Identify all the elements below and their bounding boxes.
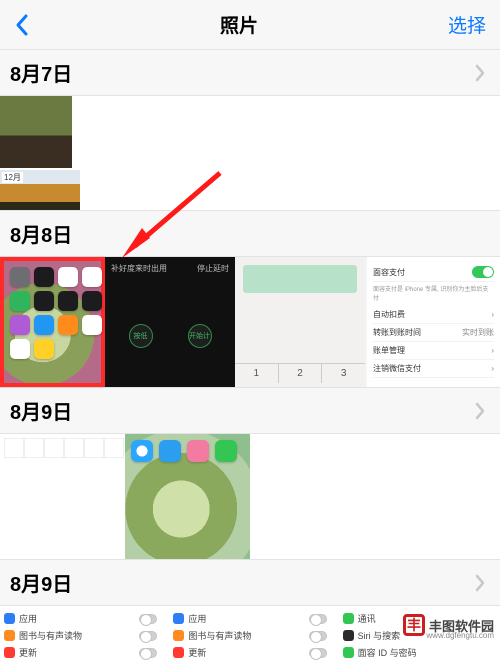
app-icon: [10, 291, 30, 311]
label: 更新: [188, 646, 206, 659]
photo-thumb-homescreen-highlighted[interactable]: [0, 257, 105, 387]
select-button[interactable]: 选择: [448, 11, 486, 38]
app-icon: [34, 267, 54, 287]
photo-thumb-settings-list[interactable]: 应用 图书与有声读物 更新: [4, 610, 157, 661]
app-icon: [343, 630, 354, 641]
page-title: 照片: [220, 11, 258, 38]
photo-thumb[interactable]: [40, 170, 80, 210]
app-icon: [4, 630, 15, 641]
app-icon: [82, 315, 102, 335]
back-icon[interactable]: [14, 13, 30, 37]
label: 更新: [19, 646, 37, 659]
label: 补好度来时出用: [111, 263, 167, 274]
label: Siri 与搜索: [358, 629, 401, 642]
toggle-icon: [472, 266, 494, 278]
chevron-right-icon: [474, 402, 486, 420]
app-icon: [10, 315, 30, 335]
app-icon: [159, 440, 181, 462]
label: 通讯: [358, 612, 376, 625]
label: 应用: [188, 612, 206, 625]
photo-thumb[interactable]: 12月: [0, 170, 40, 210]
app-icon: [173, 613, 184, 624]
app-icon: [34, 315, 54, 335]
watermark-url: www.dgfengtu.com: [426, 631, 494, 640]
photo-row-aug9a: [0, 434, 500, 559]
app-icon: [173, 630, 184, 641]
app-icon: [58, 315, 78, 335]
section-title: 8月9日: [10, 396, 72, 425]
app-icon: [343, 613, 354, 624]
photo-thumb-mint-ui[interactable]: 1 2 3: [235, 257, 365, 387]
app-icon: [173, 647, 184, 658]
badge: 12月: [2, 172, 23, 183]
switch-icon: [309, 631, 327, 641]
app-icon: [187, 440, 209, 462]
app-icon: [215, 440, 237, 462]
photo-thumb[interactable]: [0, 96, 72, 168]
section-header-aug7[interactable]: 8月7日: [0, 50, 500, 96]
switch-icon: [309, 614, 327, 624]
chevron-right-icon: [474, 64, 486, 82]
label: 图书与有声读物: [19, 629, 82, 642]
section-header-aug9b[interactable]: 8月9日: [0, 559, 500, 606]
label: 账单管理: [373, 345, 405, 356]
app-icon: [82, 267, 102, 287]
app-icon: [34, 291, 54, 311]
app-icon: [131, 440, 153, 462]
nav-bar: 照片 选择: [0, 0, 500, 50]
tab: 2: [279, 364, 323, 383]
label: 面容 ID 与密码: [358, 646, 417, 659]
label: 注销微信支付: [373, 363, 421, 374]
switch-icon: [309, 648, 327, 658]
label: 自动扣费: [373, 309, 405, 320]
label: 图书与有声读物: [188, 629, 251, 642]
app-icon: [34, 339, 54, 359]
empty-cells: [4, 438, 124, 458]
label: 面容支付: [373, 267, 405, 278]
label: 转账到账时间: [373, 327, 421, 338]
photo-row-aug8: 补好度来时出用 停止延时 按低 开始计 1 2 3 面容支付 面容支付是 iPho…: [0, 257, 500, 387]
tab: 3: [322, 364, 365, 383]
switch-icon: [139, 648, 157, 658]
label: 应用: [19, 612, 37, 625]
switch-icon: [139, 631, 157, 641]
section-header-aug9a[interactable]: 8月9日: [0, 387, 500, 434]
photo-thumb-homescreen2[interactable]: [125, 434, 250, 559]
photo-thumb-settings-list[interactable]: 应用 图书与有声读物 更新: [173, 610, 326, 661]
caption: 面容支付是 iPhone 专属, 识别你为主脸后支付: [373, 282, 494, 306]
section-header-aug8[interactable]: 8月8日: [0, 210, 500, 257]
app-icon: [82, 291, 102, 311]
circle-button: 按低: [129, 324, 153, 348]
switch-icon: [139, 614, 157, 624]
photo-thumb-dark-ui[interactable]: 补好度来时出用 停止延时 按低 开始计: [105, 257, 235, 387]
app-icon: [10, 267, 30, 287]
circle-button: 开始计: [188, 324, 212, 348]
app-icon: [58, 291, 78, 311]
photo-grid-aug7: 12月: [0, 96, 500, 210]
section-title: 8月7日: [10, 58, 72, 87]
app-icon: [10, 339, 30, 359]
section-title: 8月9日: [10, 568, 72, 597]
photo-thumb-settings[interactable]: 面容支付 面容支付是 iPhone 专属, 识别你为主脸后支付 自动扣费› 转账…: [365, 257, 500, 387]
tab: 1: [235, 364, 279, 383]
app-icon: [343, 647, 354, 658]
app-icon: [4, 647, 15, 658]
label: 停止延时: [197, 263, 229, 274]
section-title: 8月8日: [10, 219, 72, 248]
app-icon: [58, 267, 78, 287]
chevron-right-icon: [474, 574, 486, 592]
app-icon: [4, 613, 15, 624]
watermark: 丰 丰图软件园 www.dgfengtu.com: [403, 614, 494, 636]
watermark-logo-icon: 丰: [403, 614, 425, 636]
